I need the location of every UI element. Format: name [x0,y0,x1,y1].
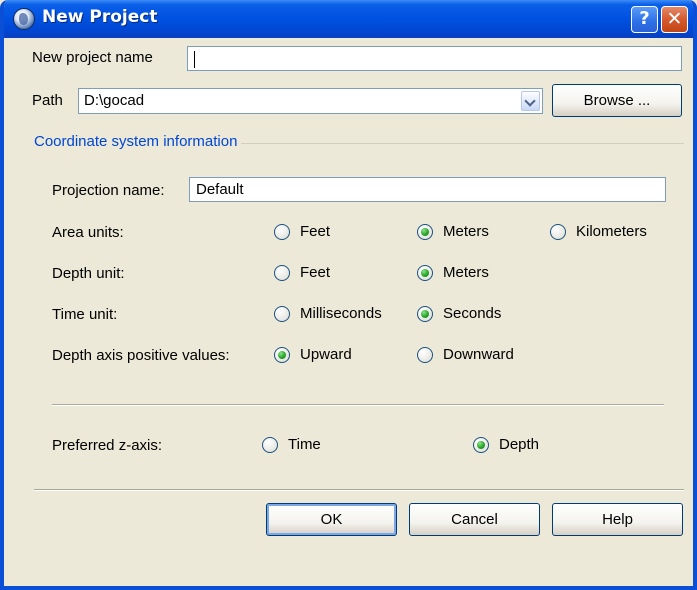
group-title: Coordinate system information [34,133,242,150]
close-icon[interactable]: ✕ [661,6,688,33]
radio-label: Upward [300,346,352,363]
help-question-icon[interactable]: ? [631,6,658,33]
title-bar[interactable]: New Project ? ✕ [4,0,693,38]
project-name-input[interactable] [187,46,682,71]
depth-axis-label: Depth axis positive values: [52,347,230,364]
browse-button[interactable]: Browse ... [552,84,682,117]
projection-name-label: Projection name: [52,182,165,199]
z-axis-depth-radio[interactable]: Depth [473,436,539,453]
radio-selected-icon [473,436,489,453]
ok-button[interactable]: OK [266,503,397,536]
app-globe-icon [13,8,35,30]
projection-name-value: Default [196,181,244,198]
preferred-z-axis-label: Preferred z-axis: [52,437,163,454]
depth-unit-feet-radio[interactable]: Feet [274,264,330,281]
radio-circle-icon [274,223,290,240]
area-units-kilometers-radio[interactable]: Kilometers [550,223,647,240]
radio-label: Seconds [443,305,502,322]
depth-unit-label: Depth unit: [52,265,125,282]
radio-selected-icon [417,264,433,281]
dialog-content: New project name Path D:\gocad Browse ..… [4,38,693,586]
path-value: D:\gocad [84,92,145,109]
area-units-meters-radio[interactable]: Meters [417,223,489,240]
dialog-title: New Project [42,7,158,27]
area-units-feet-radio[interactable]: Feet [274,223,330,240]
radio-label: Feet [300,264,331,281]
z-axis-time-radio[interactable]: Time [262,436,321,453]
radio-circle-icon [274,305,290,322]
radio-label: Downward [443,346,514,363]
depth-axis-upward-radio[interactable]: Upward [274,346,352,363]
radio-circle-icon [550,223,566,240]
radio-selected-icon [417,305,433,322]
radio-label: Meters [443,264,489,281]
radio-label: Milliseconds [300,305,382,322]
path-label: Path [32,92,63,109]
radio-circle-icon [417,346,433,363]
radio-label: Meters [443,223,489,240]
radio-label: Time [288,436,321,453]
bottom-separator [34,489,684,491]
radio-circle-icon [274,264,290,281]
time-unit-milliseconds-radio[interactable]: Milliseconds [274,305,382,322]
radio-label: Depth [499,436,540,453]
radio-label: Kilometers [576,223,647,240]
radio-selected-icon [274,346,290,363]
text-caret [194,50,195,68]
depth-unit-meters-radio[interactable]: Meters [417,264,489,281]
radio-label: Feet [300,223,331,240]
area-units-label: Area units: [52,224,124,241]
radio-selected-icon [417,223,433,240]
help-button[interactable]: Help [552,503,683,536]
radio-circle-icon [262,436,278,453]
projection-name-input[interactable]: Default [189,177,666,202]
chevron-down-icon[interactable] [521,91,540,111]
new-project-dialog: New Project ? ✕ New project name Path D:… [0,0,697,590]
time-unit-label: Time unit: [52,306,118,323]
cancel-button[interactable]: Cancel [409,503,540,536]
time-unit-seconds-radio[interactable]: Seconds [417,305,501,322]
project-name-label: New project name [32,49,153,66]
separator [52,404,664,406]
depth-axis-downward-radio[interactable]: Downward [417,346,514,363]
path-combobox[interactable]: D:\gocad [78,88,543,114]
